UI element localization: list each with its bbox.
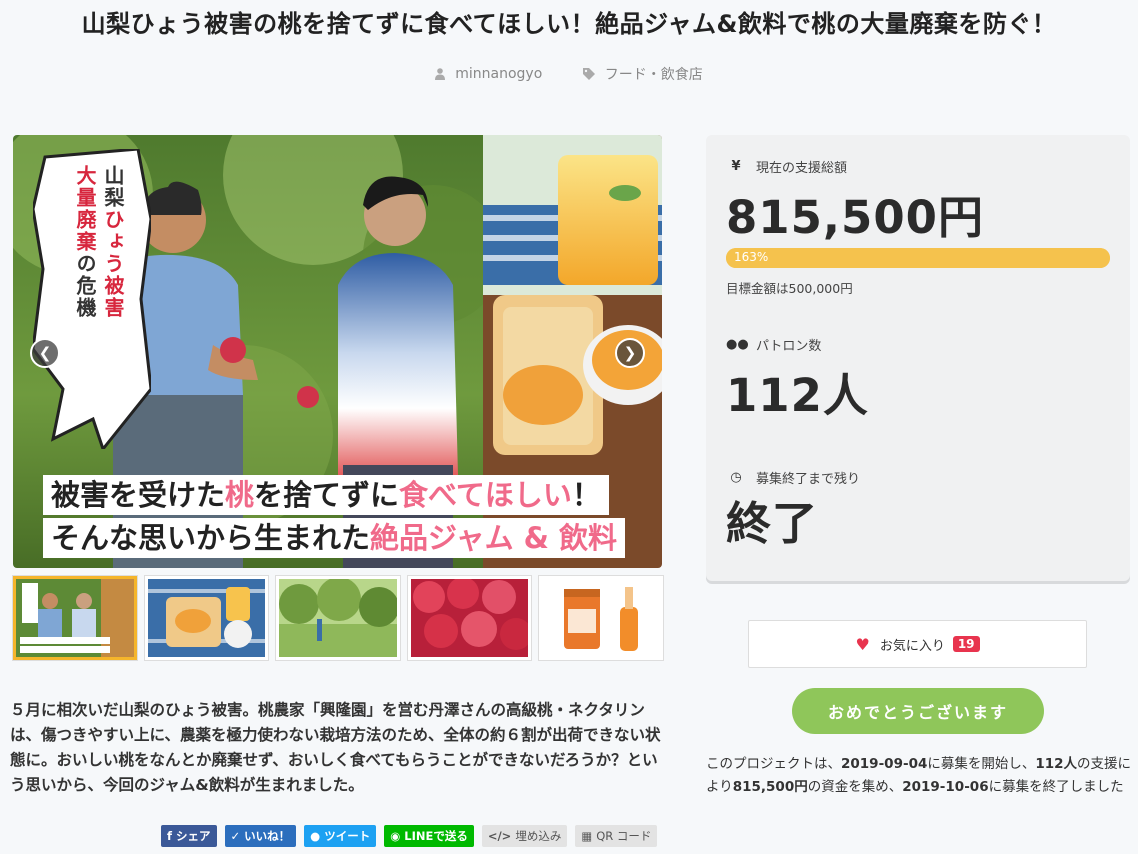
favorite-label: お気に入り: [879, 638, 945, 654]
thumbnail-farmers[interactable]: [13, 576, 137, 660]
caption2-b: 絶品ジャム & 飲料: [370, 521, 618, 555]
caption1-d: 食べてほしい: [399, 478, 572, 512]
amount-value: 815,500円: [726, 191, 984, 244]
yen-icon: ¥: [731, 159, 741, 174]
progress-fill: [726, 248, 1110, 268]
favorite-count-badge: 19: [952, 636, 980, 652]
caption1-b: 桃: [225, 478, 255, 512]
bubble-text: 山梨ひょう被害 大量廃棄の危機: [71, 165, 127, 319]
patrons-value: 112人: [726, 369, 869, 422]
amount-label: ¥ 現在の支援総額: [726, 157, 847, 176]
thumbnail-jam-bottle[interactable]: [539, 576, 663, 660]
favorite-button[interactable]: ♥ お気に入り 19: [748, 620, 1087, 668]
caption1-e: ！: [571, 478, 601, 512]
next-slide-button[interactable]: ❯: [615, 338, 645, 368]
twitter-icon: ●: [310, 829, 321, 843]
remaining-value: 終了: [726, 497, 819, 550]
caption1-c: を捨てずに: [254, 478, 400, 512]
project-meta: minnanogyo フード・飲食店: [0, 64, 1138, 84]
summary-text-5: に募集を終了しました: [988, 779, 1124, 795]
summary-patrons: 112人: [1035, 756, 1078, 772]
progress-text: 163%: [734, 250, 769, 264]
qr-icon: ▦: [581, 829, 593, 843]
bubble-line1-b: ひょう被害: [101, 209, 125, 319]
summary-amount: 815,500円: [732, 779, 808, 795]
facebook-share-button[interactable]: f シェア: [161, 825, 217, 847]
bubble-line1-a: 山梨: [101, 165, 125, 209]
like-button[interactable]: ✓ いいね！: [224, 825, 297, 847]
embed-label: 埋め込み: [515, 829, 562, 843]
summary-text-4: の資金を集め、: [807, 779, 903, 795]
twitter-share-button[interactable]: ● ツイート: [304, 825, 377, 847]
caption1-a: 被害を受けた: [51, 478, 226, 512]
summary-end-date: 2019-10-06: [902, 779, 989, 795]
check-icon: ✓: [230, 829, 241, 843]
thumbnail-orchard[interactable]: [276, 576, 400, 660]
patrons-label: ●● パトロン数: [726, 335, 821, 354]
thumbnail-peaches[interactable]: [407, 576, 532, 660]
thumbnail-jam-toast-image: [147, 579, 266, 657]
summary-text-2: に募集を開始し、: [927, 756, 1036, 772]
thumbnail-jam-toast[interactable]: [144, 576, 269, 660]
tag-icon: [582, 68, 595, 80]
clock-icon: ◷: [730, 470, 742, 485]
qr-code-button[interactable]: ▦ QR コード: [575, 825, 658, 847]
congrats-button[interactable]: おめでとうございます: [792, 688, 1044, 734]
author-link[interactable]: minnanogyo: [435, 66, 542, 82]
hero-image: 山梨ひょう被害 大量廃棄の危機 被害を受けた桃を捨てずに食べてほしい！ そんな思…: [13, 135, 662, 568]
thumbnail-peaches-image: [410, 579, 529, 657]
goal-amount: 目標金額は500,000円: [726, 281, 853, 296]
author-name: minnanogyo: [455, 66, 543, 82]
like-label: いいね！: [244, 829, 291, 843]
hero-caption-line1: 被害を受けた桃を捨てずに食べてほしい！: [43, 475, 609, 515]
thumbnail-orchard-image: [279, 579, 397, 657]
line-icon: ◉: [390, 829, 401, 843]
bubble-line2-a: 大量廃棄: [73, 165, 97, 253]
remaining-label-text: 募集終了まで残り: [756, 472, 861, 487]
code-icon: </>: [487, 829, 512, 843]
progress-bar: 163%: [726, 248, 1110, 268]
thumbnail-jam-bottle-image: [542, 579, 660, 657]
caption2-a: そんな思いから生まれた: [51, 521, 371, 555]
users-icon: ●●: [726, 337, 749, 352]
thumbnail-farmers-image: [16, 579, 134, 657]
summary-start-date: 2019-09-04: [841, 756, 928, 772]
project-title: 山梨ひょう被害の桃を捨てずに食べてほしい！絶品ジャム&飲料で桃の大量廃棄を防ぐ！: [81, 10, 1057, 38]
amount-label-text: 現在の支援総額: [756, 161, 848, 176]
hero-caption-line2: そんな思いから生まれた絶品ジャム & 飲料: [43, 518, 626, 558]
user-icon: [435, 68, 446, 80]
project-summary: このプロジェクトは、2019-09-04に募集を開始し、112人の支援により81…: [706, 753, 1134, 799]
summary-text-1: このプロジェクトは、: [706, 756, 841, 772]
prev-slide-button[interactable]: ❮: [30, 338, 60, 368]
remaining-label: ◷ 募集終了まで残り: [726, 468, 860, 487]
heart-icon: ♥: [855, 634, 870, 654]
line-share-button[interactable]: ◉ LINEで送る: [384, 825, 474, 847]
category-link[interactable]: フード・飲食店: [582, 64, 703, 84]
line-share-label: LINEで送る: [404, 829, 468, 843]
category-name: フード・飲食店: [604, 67, 703, 83]
project-description: ５月に相次いだ山梨のひょう被害。桃農家「興隆園」を営む丹澤さんの高級桃・ネクタリ…: [10, 701, 661, 794]
patrons-label-text: パトロン数: [756, 339, 822, 354]
bubble-line2-b: の危機: [73, 253, 97, 319]
stats-panel: ¥ 現在の支援総額 815,500円 163% 目標金額は500,000円 ●●…: [706, 135, 1130, 581]
share-bar: f シェア ✓ いいね！ ● ツイート ◉ LINEで送る </> 埋め込み ▦ QR コー…: [161, 825, 658, 847]
thumbnail-strip: [13, 576, 663, 660]
facebook-share-label: シェア: [176, 829, 211, 843]
chevron-right-icon: ❯: [623, 344, 637, 362]
qr-code-label: QR コード: [596, 829, 652, 843]
chevron-left-icon: ❮: [38, 344, 52, 362]
twitter-share-label: ツイート: [324, 829, 371, 843]
facebook-icon: f: [167, 829, 173, 843]
embed-button[interactable]: </> 埋め込み: [481, 825, 568, 847]
